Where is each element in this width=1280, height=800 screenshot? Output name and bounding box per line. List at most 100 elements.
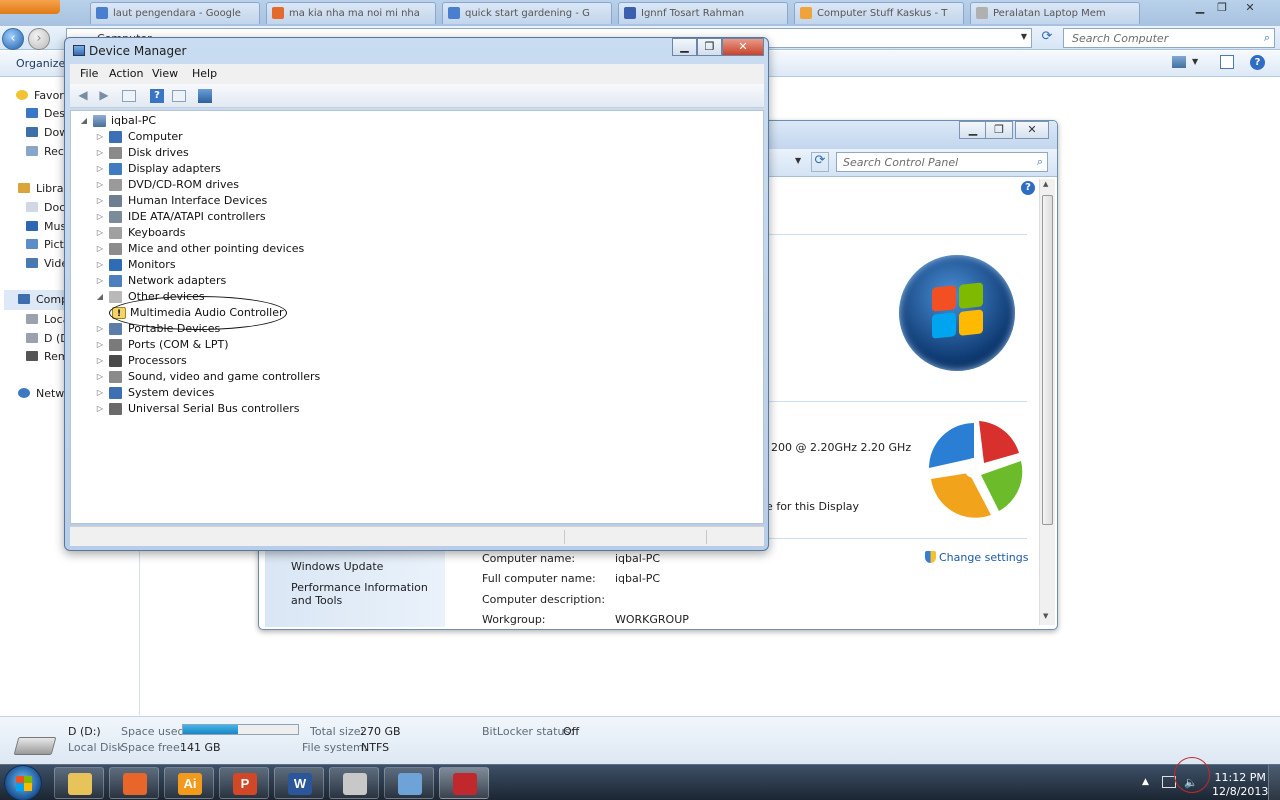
minimize-icon[interactable]: ▁ xyxy=(959,121,987,139)
collapsed-arrow-icon[interactable]: ▷ xyxy=(95,257,105,273)
menu-file[interactable]: File xyxy=(80,67,98,80)
browser-tab[interactable]: quick start gardening - G xyxy=(442,2,612,24)
view-options-icon[interactable] xyxy=(1172,56,1186,68)
nav-network[interactable]: Netw xyxy=(18,387,64,400)
device-category-label: Computer xyxy=(128,130,183,143)
taskbar-app-button[interactable] xyxy=(384,767,434,799)
show-hide-console-tree-icon[interactable] xyxy=(122,90,136,102)
taskbar-app-button[interactable] xyxy=(439,767,489,799)
maximize-icon[interactable]: ❐ xyxy=(1212,1,1232,15)
close-icon[interactable]: ✕ xyxy=(1015,121,1049,139)
minimize-icon[interactable]: ▁ xyxy=(1190,1,1210,15)
chevron-down-icon[interactable]: ▼ xyxy=(1192,57,1198,66)
menu-view[interactable]: View xyxy=(152,67,178,80)
preview-pane-icon[interactable] xyxy=(1220,55,1234,69)
refresh-icon[interactable]: ⟳ xyxy=(1038,29,1056,47)
refresh-icon[interactable]: ⟳ xyxy=(811,152,829,172)
nav-favorites[interactable]: Favori xyxy=(16,89,67,102)
system-scrollbar[interactable]: ▲ ▼ xyxy=(1039,179,1055,625)
show-hidden-icons-icon[interactable]: ▲ xyxy=(1142,777,1149,787)
collapsed-arrow-icon[interactable]: ▷ xyxy=(95,353,105,369)
collapsed-arrow-icon[interactable]: ▷ xyxy=(95,129,105,145)
browser-tab[interactable]: laut pengendara - Google xyxy=(90,2,260,24)
nav-downloads[interactable]: Dow xyxy=(26,126,68,139)
back-arrow-icon[interactable]: ◀ xyxy=(75,88,91,103)
nav-recent[interactable]: Rec xyxy=(26,145,64,158)
tab-favicon-icon xyxy=(976,7,988,19)
dvd-drive-icon xyxy=(109,179,122,191)
browser-tab[interactable]: Computer Stuff Kaskus - T xyxy=(794,2,964,24)
tab-favicon-icon xyxy=(448,7,460,19)
clock[interactable]: 11:12 PM 12/8/2013 xyxy=(1212,771,1268,799)
collapsed-arrow-icon[interactable]: ▷ xyxy=(95,209,105,225)
taskbar-app-button[interactable] xyxy=(54,767,104,799)
browser-tab[interactable]: ma kia nha ma noi mi nha xyxy=(266,2,436,24)
help-icon[interactable]: ? xyxy=(1250,55,1265,70)
expanded-arrow-icon[interactable]: ◢ xyxy=(79,113,89,129)
browser-tab[interactable]: Peralatan Laptop Mem xyxy=(970,2,1140,24)
chevron-down-icon[interactable]: ▼ xyxy=(1021,32,1027,41)
minimize-icon[interactable]: ▁ xyxy=(672,38,697,56)
clock-date: 12/8/2013 xyxy=(1212,785,1269,798)
collapsed-arrow-icon[interactable]: ▷ xyxy=(95,385,105,401)
collapsed-arrow-icon[interactable]: ▷ xyxy=(95,241,105,257)
nav-libraries[interactable]: Librar xyxy=(18,182,68,195)
browser-tab[interactable]: Ignnf Tosart Rahman xyxy=(618,2,788,24)
menu-action[interactable]: Action xyxy=(109,67,143,80)
expanded-arrow-icon[interactable]: ◢ xyxy=(95,289,105,305)
nav-music[interactable]: Mus xyxy=(26,220,66,233)
maximize-icon[interactable]: ❐ xyxy=(697,38,722,56)
help-icon[interactable]: ? xyxy=(150,89,164,103)
forward-button[interactable]: › xyxy=(28,28,50,50)
nav-removable[interactable]: Rem xyxy=(26,350,69,363)
taskbar-app-button[interactable] xyxy=(109,767,159,799)
browser-menu-button[interactable] xyxy=(0,0,60,14)
nav-documents[interactable]: Doc xyxy=(26,201,65,214)
taskbar-app-button[interactable]: P xyxy=(219,767,269,799)
collapsed-arrow-icon[interactable]: ▷ xyxy=(95,273,105,289)
collapsed-arrow-icon[interactable]: ▷ xyxy=(95,401,105,417)
menu-help[interactable]: Help xyxy=(192,67,217,80)
nav-label: Rec xyxy=(44,145,64,158)
taskbar-app-button[interactable]: W xyxy=(274,767,324,799)
close-icon[interactable]: ✕ xyxy=(1240,1,1260,15)
nav-d-drive[interactable]: D (D xyxy=(26,332,69,345)
forward-arrow-icon[interactable]: ▶ xyxy=(96,88,112,103)
search-control-panel-input[interactable]: Search Control Panel ⌕ xyxy=(836,152,1048,172)
search-icon[interactable]: ⌕ xyxy=(1264,31,1270,45)
space-free-value: 141 GB xyxy=(180,741,221,754)
hard-drive-icon xyxy=(13,737,57,755)
help-icon[interactable]: ? xyxy=(1021,181,1035,195)
windows-update-link[interactable]: Windows Update xyxy=(291,560,383,573)
collapsed-arrow-icon[interactable]: ▷ xyxy=(95,321,105,337)
scrollbar-thumb[interactable] xyxy=(1042,195,1053,525)
collapsed-arrow-icon[interactable]: ▷ xyxy=(95,193,105,209)
show-desktop-button[interactable] xyxy=(1268,765,1280,800)
close-icon[interactable]: ✕ xyxy=(722,38,764,56)
nav-pictures[interactable]: Pict xyxy=(26,238,64,251)
scroll-up-icon[interactable]: ▲ xyxy=(1043,180,1048,188)
change-settings-link[interactable]: Change settings xyxy=(925,551,1028,564)
properties-icon[interactable] xyxy=(172,90,186,102)
nav-videos[interactable]: Vide xyxy=(26,257,68,270)
taskbar-app-button[interactable] xyxy=(329,767,379,799)
scroll-down-icon[interactable]: ▼ xyxy=(1043,612,1048,620)
collapsed-arrow-icon[interactable]: ▷ xyxy=(95,145,105,161)
search-icon[interactable]: ⌕ xyxy=(1037,155,1043,169)
device-category-label: Processors xyxy=(128,354,187,367)
collapsed-arrow-icon[interactable]: ▷ xyxy=(95,225,105,241)
maximize-icon[interactable]: ❐ xyxy=(985,121,1013,139)
start-button[interactable] xyxy=(4,765,42,800)
performance-info-link[interactable]: Performance Information and Tools xyxy=(291,581,441,607)
nav-local-disk[interactable]: Loca xyxy=(26,313,69,326)
collapsed-arrow-icon[interactable]: ▷ xyxy=(95,337,105,353)
search-computer-input[interactable]: Search Computer ⌕ xyxy=(1063,28,1275,48)
collapsed-arrow-icon[interactable]: ▷ xyxy=(95,161,105,177)
collapsed-arrow-icon[interactable]: ▷ xyxy=(95,177,105,193)
chevron-down-icon[interactable]: ▼ xyxy=(795,156,801,165)
organize-button[interactable]: Organize xyxy=(16,57,65,70)
collapsed-arrow-icon[interactable]: ▷ xyxy=(95,369,105,385)
taskbar-app-button[interactable]: Ai xyxy=(164,767,214,799)
scan-hardware-icon[interactable] xyxy=(198,89,212,103)
back-button[interactable]: ‹ xyxy=(2,28,24,50)
